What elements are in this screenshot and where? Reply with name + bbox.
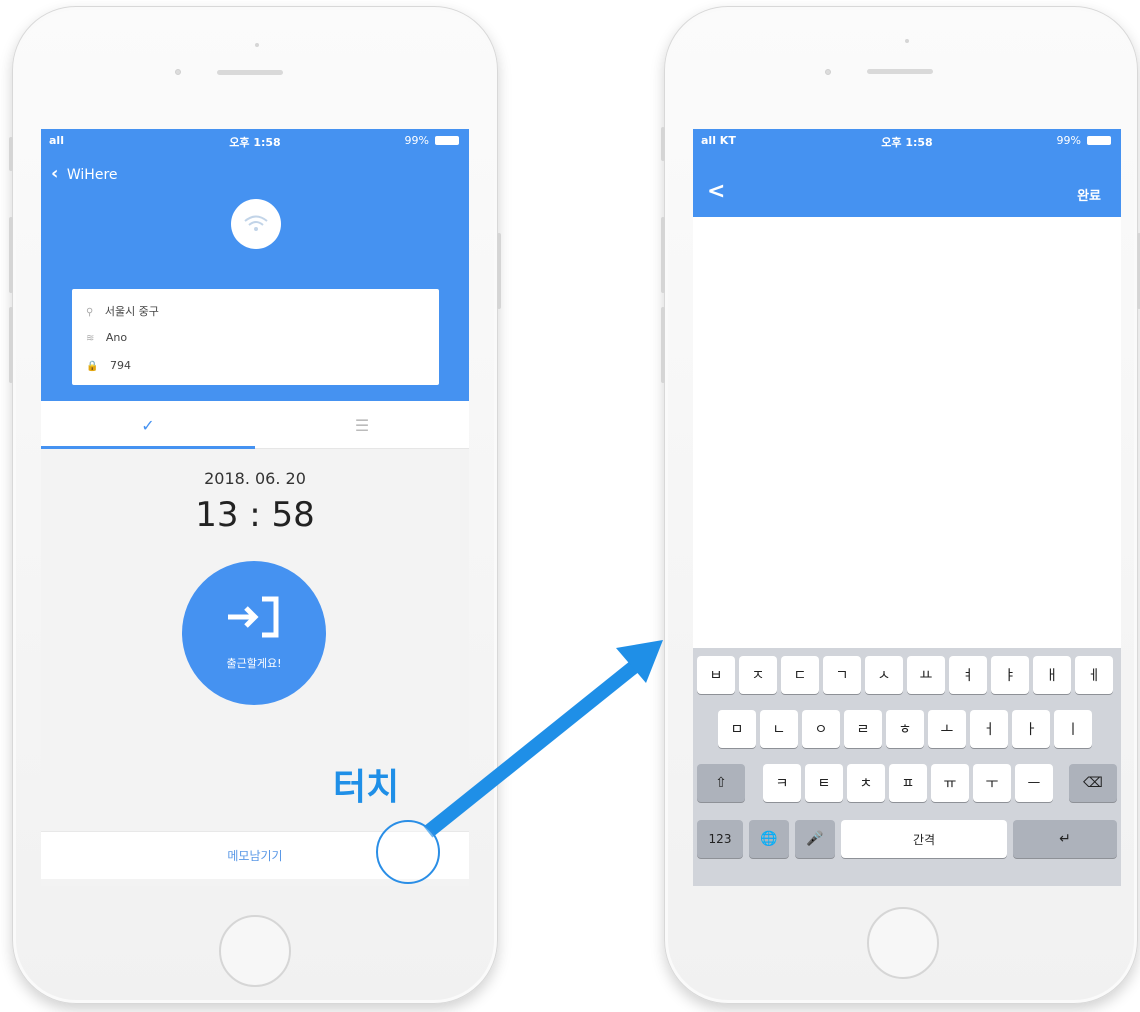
key[interactable]: ㅣ [1054,710,1092,748]
volume-down-button [661,307,665,383]
key[interactable]: ㅓ [970,710,1008,748]
key[interactable]: ㄹ [844,710,882,748]
wifi-name-text: Ano [105,331,128,344]
enter-icon [228,596,279,638]
volume-up-button [661,217,665,293]
stage: all 오후 1:58 99% ‹ WiHere ⚲ 서울시 중구 ≋ Ano … [0,0,1140,1012]
key[interactable]: ㅌ [805,764,843,802]
numbers-key[interactable]: 123 [697,820,743,858]
header-panel: all 오후 1:58 99% ‹ WiHere ⚲ 서울시 중구 ≋ Ano … [41,129,469,401]
battery-percent: 99% [404,134,429,147]
sensor [905,39,909,43]
list-icon: ☰ [354,415,370,435]
delete-key[interactable]: ⌫ [1069,764,1117,802]
key[interactable]: ㅕ [949,656,987,694]
battery-icon [435,136,459,145]
back-label: WiHere [66,167,118,183]
key[interactable]: ㅈ [739,656,777,694]
key[interactable]: ㅂ [697,656,735,694]
key[interactable]: ㅔ [1075,656,1113,694]
tab-indicator [41,446,255,449]
space-key[interactable]: 간격 [841,820,1007,858]
checkin-button[interactable]: 출근할게요! [182,561,326,705]
volume-up-button [9,217,13,293]
key[interactable]: ㅛ [907,656,945,694]
home-button[interactable] [219,915,291,987]
signal-indicator: all KT [701,134,736,147]
return-key[interactable]: ↵ [1013,820,1117,858]
front-camera [175,69,181,75]
date-label: 2018. 06. 20 [204,469,306,488]
chevron-left-icon: ‹ [51,163,59,184]
shift-key[interactable]: ⇧ [697,764,745,802]
checkin-label: 출근할게요! [226,657,282,670]
battery-icon [1087,136,1111,145]
mute-switch [661,127,665,161]
status-bar: all KT 오후 1:58 99% [693,129,1121,153]
status-bar: all 오후 1:58 99% [41,129,469,153]
key[interactable]: ㅡ [1015,764,1053,802]
key[interactable]: ㅜ [973,764,1011,802]
wifi-small-icon: ≋ [86,333,95,344]
key[interactable]: ㅎ [886,710,924,748]
signal-indicator: all [49,134,64,147]
touch-marker [376,820,440,884]
screen-left: all 오후 1:58 99% ‹ WiHere ⚲ 서울시 중구 ≋ Ano … [41,129,469,886]
key[interactable]: ㅑ [991,656,1029,694]
location-text: 서울시 중구 [104,305,159,318]
location-icon: ⚲ [86,307,94,318]
touch-annotation-label: 터치 [333,767,400,808]
info-row-lock: 🔒 794 [86,359,131,372]
keyboard: ㅂ ㅈ ㄷ ㄱ ㅅ ㅛ ㅕ ㅑ ㅐ ㅔ ㅁ ㄴ ㅇ ㄹ ㅎ ㅗ ㅓ ㅏ ㅣ ⇧ … [693,648,1121,886]
speaker-grille [867,69,933,74]
back-button[interactable]: ‹ WiHere [51,163,118,184]
home-button[interactable] [867,907,939,979]
info-card: ⚲ 서울시 중구 ≋ Ano 🔒 794 [72,289,439,385]
front-camera [825,69,831,75]
key[interactable]: ㅊ [847,764,885,802]
key[interactable]: ㄷ [781,656,819,694]
key[interactable]: ㅏ [1012,710,1050,748]
key[interactable]: ㄱ [823,656,861,694]
key[interactable]: ㅋ [763,764,801,802]
globe-key[interactable]: 🌐 [749,820,789,858]
screen-right: all KT 오후 1:58 99% < 완료 ㅂ ㅈ ㄷ ㄱ ㅅ ㅛ ㅕ ㅑ … [693,129,1121,886]
back-button[interactable]: < [707,179,725,204]
battery-percent: 99% [1056,134,1081,147]
sensor [255,43,259,47]
status-time: 오후 1:58 [881,136,933,149]
key[interactable]: ㅠ [931,764,969,802]
lock-code-text: 794 [109,359,131,372]
wifi-glyph [244,215,268,231]
wifi-icon [231,199,281,249]
clock-label: 13 : 58 [195,495,315,535]
mute-switch [9,137,13,171]
key[interactable]: ㅐ [1033,656,1071,694]
key[interactable]: ㅗ [928,710,966,748]
key[interactable]: ㅅ [865,656,903,694]
info-row-wifi: ≋ Ano [86,331,127,344]
lock-icon: 🔒 [86,361,99,372]
info-row-location: ⚲ 서울시 중구 [86,303,159,319]
tab-bar: ✓ ☰ [41,401,469,449]
power-button [497,233,501,309]
tab-list[interactable]: ☰ [255,401,469,449]
memo-header: all KT 오후 1:58 99% < 완료 [693,129,1121,217]
key[interactable]: ㅁ [718,710,756,748]
volume-down-button [9,307,13,383]
tab-checkin[interactable]: ✓ [41,401,255,449]
key[interactable]: ㅇ [802,710,840,748]
chevron-left-icon: < [707,179,726,204]
memo-label: 메모남기기 [227,849,283,863]
mic-key[interactable]: 🎤 [795,820,835,858]
key[interactable]: ㄴ [760,710,798,748]
status-time: 오후 1:58 [229,136,281,149]
key[interactable]: ㅍ [889,764,927,802]
check-icon: ✓ [141,415,155,435]
speaker-grille [217,70,283,75]
done-button[interactable]: 완료 [1077,185,1101,204]
